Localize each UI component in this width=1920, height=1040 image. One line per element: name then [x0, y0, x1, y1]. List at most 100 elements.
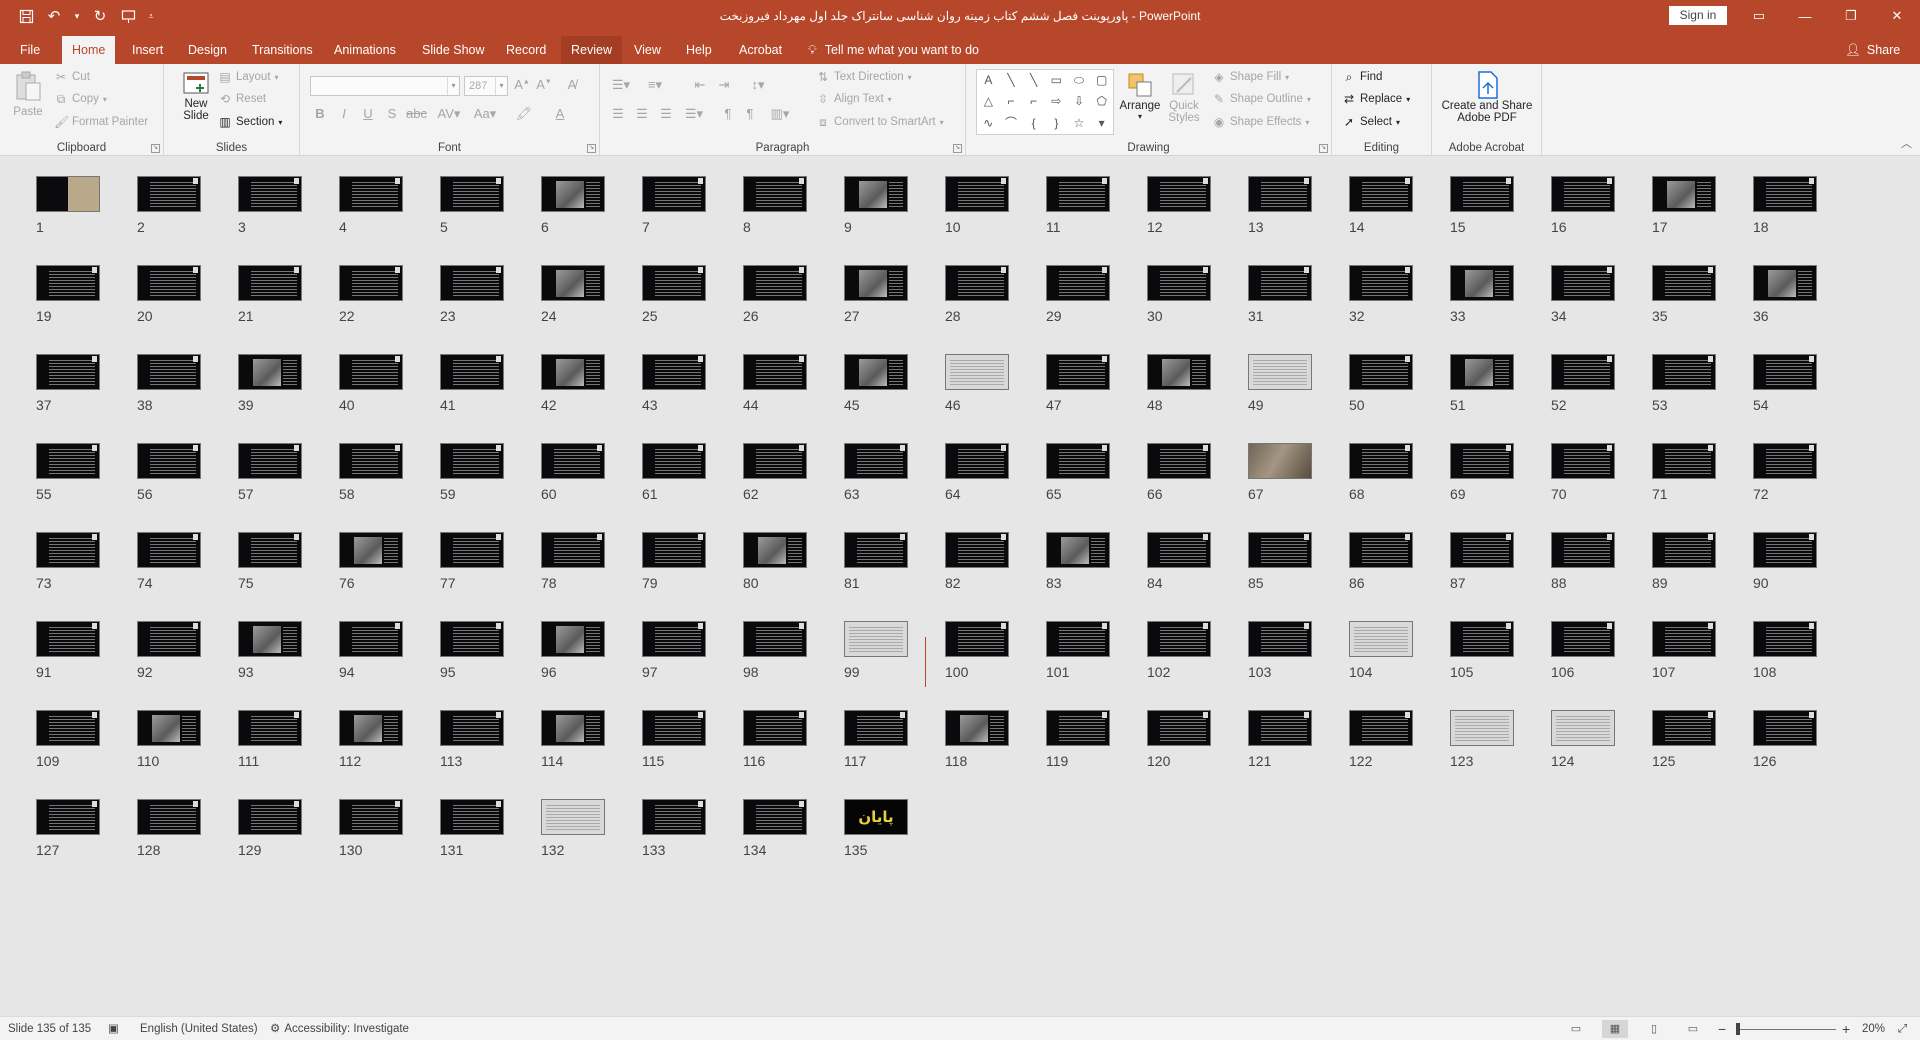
slide-thumbnail-item[interactable]: 29: [1046, 265, 1112, 345]
slide-thumbnail[interactable]: [1046, 532, 1110, 568]
slide-thumbnail-item[interactable]: 74: [137, 532, 203, 612]
slide-thumbnail[interactable]: [1753, 710, 1817, 746]
rtl-icon[interactable]: ¶: [718, 106, 738, 121]
customize-qat-icon[interactable]: ⩡: [144, 4, 158, 28]
slide-thumbnail-item[interactable]: 58: [339, 443, 405, 523]
slide-thumbnail[interactable]: [945, 265, 1009, 301]
slide-thumbnail[interactable]: [945, 176, 1009, 212]
slide-thumbnail-item[interactable]: 45: [844, 354, 910, 434]
text-shadow-icon[interactable]: S: [382, 106, 402, 121]
slide-thumbnail[interactable]: [1349, 265, 1413, 301]
font-launcher-icon[interactable]: ↘: [587, 144, 596, 153]
slide-thumbnail[interactable]: [642, 799, 706, 835]
slide-thumbnail-item[interactable]: 60: [541, 443, 607, 523]
slide-thumbnail-item[interactable]: 80: [743, 532, 809, 612]
slide-thumbnail[interactable]: [36, 710, 100, 746]
slide-thumbnail-item[interactable]: 21: [238, 265, 304, 345]
slide-thumbnail[interactable]: [339, 532, 403, 568]
slide-thumbnail-item[interactable]: 113: [440, 710, 506, 790]
slide-thumbnail[interactable]: [238, 621, 302, 657]
slide-thumbnail-item[interactable]: 103: [1248, 621, 1314, 701]
slide-thumbnail-item[interactable]: 17: [1652, 176, 1718, 256]
clipboard-launcher-icon[interactable]: ↘: [151, 144, 160, 153]
slide-thumbnail-item[interactable]: 132: [541, 799, 607, 879]
slide-thumbnail-item[interactable]: 72: [1753, 443, 1819, 523]
paragraph-launcher-icon[interactable]: ↘: [953, 144, 962, 153]
slide-thumbnail[interactable]: [36, 532, 100, 568]
ribbon-display-options-icon[interactable]: ▭: [1736, 0, 1782, 32]
slide-thumbnail[interactable]: [1147, 176, 1211, 212]
quick-styles-button[interactable]: Quick Styles: [1164, 70, 1204, 124]
replace-button[interactable]: ⇄ Replace ▾: [1342, 92, 1410, 106]
slide-thumbnail[interactable]: [1248, 354, 1312, 390]
strikethrough-icon[interactable]: abc: [406, 106, 427, 121]
highlight-icon[interactable]: 🖍︎: [514, 106, 534, 122]
save-icon[interactable]: [14, 4, 38, 28]
slide-thumbnail[interactable]: [743, 443, 807, 479]
slide-thumbnail-item[interactable]: 38: [137, 354, 203, 434]
slide-thumbnail-item[interactable]: 44: [743, 354, 809, 434]
zoom-in-icon[interactable]: +: [1842, 1017, 1850, 1040]
slide-thumbnail[interactable]: [1551, 443, 1615, 479]
slide-thumbnail[interactable]: [844, 265, 908, 301]
slide-thumbnail[interactable]: [339, 443, 403, 479]
rounded-rectangle-shape-icon[interactable]: ▢: [1090, 70, 1113, 91]
slide-thumbnail[interactable]: [1753, 265, 1817, 301]
slide-thumbnail[interactable]: [36, 176, 100, 212]
fit-to-window-icon[interactable]: ⤢: [1898, 1017, 1907, 1040]
slideshow-view-icon[interactable]: ▭: [1680, 1020, 1706, 1038]
slide-thumbnail-item[interactable]: 112: [339, 710, 405, 790]
slide-thumbnail[interactable]: [1652, 532, 1716, 568]
font-name-combo[interactable]: ▾: [310, 76, 460, 96]
slide-thumbnail[interactable]: [1753, 621, 1817, 657]
paste-button[interactable]: Paste: [10, 70, 46, 118]
slide-counter[interactable]: Slide 135 of 135: [8, 1017, 91, 1040]
new-slide-button[interactable]: New Slide: [176, 70, 216, 122]
slide-sorter[interactable]: 1 2 3 4 5 6 7 8 9 10 11 12 13 14 15 16 17 18 19 20 21 22 23 24 2…: [0, 156, 1920, 1016]
slide-thumbnail[interactable]: [541, 354, 605, 390]
slide-thumbnail-item[interactable]: 51: [1450, 354, 1516, 434]
shape-effects-button[interactable]: ◉ Shape Effects ▾: [1212, 115, 1310, 129]
shape-fill-button[interactable]: ◈ Shape Fill ▾: [1212, 70, 1289, 84]
slide-thumbnail-item[interactable]: 39: [238, 354, 304, 434]
slide-thumbnail-item[interactable]: 23: [440, 265, 506, 345]
slide-thumbnail[interactable]: [1450, 443, 1514, 479]
shapes-gallery[interactable]: A ╲ ╲ ▭ ⬭ ▢ △ ⌐ ⌐ ⇨ ⇩ ⬠ ∿ ⌒ { } ☆ ▾: [976, 69, 1114, 135]
layout-button[interactable]: ▤ Layout ▾: [218, 70, 278, 84]
text-direction-button[interactable]: ⇅ Text Direction ▾: [816, 70, 912, 84]
slide-thumbnail[interactable]: [137, 354, 201, 390]
slide-thumbnail-item[interactable]: 53: [1652, 354, 1718, 434]
slide-thumbnail-item[interactable]: 73: [36, 532, 102, 612]
slide-thumbnail-item[interactable]: 50: [1349, 354, 1415, 434]
slide-thumbnail[interactable]: پایان: [844, 799, 908, 835]
slide-thumbnail[interactable]: [1248, 443, 1312, 479]
slide-thumbnail[interactable]: [1450, 354, 1514, 390]
slide-thumbnail-item[interactable]: 119: [1046, 710, 1112, 790]
slide-thumbnail[interactable]: [440, 443, 504, 479]
slide-thumbnail-item[interactable]: 57: [238, 443, 304, 523]
slide-thumbnail[interactable]: [36, 621, 100, 657]
slide-thumbnail[interactable]: [743, 532, 807, 568]
line-shape-icon[interactable]: ╲: [1022, 70, 1045, 91]
slide-thumbnail[interactable]: [1753, 354, 1817, 390]
columns-icon[interactable]: ▥▾: [766, 106, 794, 122]
slide-thumbnail-item[interactable]: 4: [339, 176, 405, 256]
format-painter-button[interactable]: 🖌︎ Format Painter: [54, 115, 148, 129]
slide-thumbnail[interactable]: [238, 799, 302, 835]
slide-thumbnail[interactable]: [1349, 710, 1413, 746]
slide-thumbnail-item[interactable]: 133: [642, 799, 708, 879]
shape-outline-button[interactable]: ✎ Shape Outline ▾: [1212, 92, 1311, 106]
slideshow-icon[interactable]: [116, 4, 140, 28]
increase-indent-icon[interactable]: ⇥: [714, 77, 734, 93]
slide-thumbnail[interactable]: [642, 621, 706, 657]
slide-thumbnail-item[interactable]: 120: [1147, 710, 1213, 790]
slide-thumbnail[interactable]: [238, 354, 302, 390]
slide-thumbnail[interactable]: [440, 354, 504, 390]
slide-thumbnail-item[interactable]: 48: [1147, 354, 1213, 434]
slide-thumbnail-item[interactable]: 104: [1349, 621, 1415, 701]
slide-thumbnail[interactable]: [1551, 532, 1615, 568]
slide-thumbnail[interactable]: [1753, 532, 1817, 568]
slide-thumbnail[interactable]: [1147, 354, 1211, 390]
slide-thumbnail-item[interactable]: 6: [541, 176, 607, 256]
align-right-icon[interactable]: ☰: [656, 106, 676, 122]
